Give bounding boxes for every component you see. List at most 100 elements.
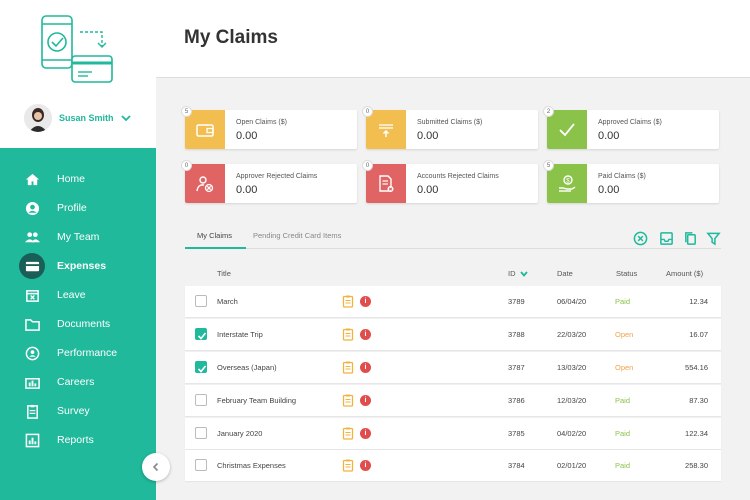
open-claims-card[interactable]: 5 Open Claims ($) 0.00 xyxy=(181,106,357,149)
status-badge: Paid xyxy=(615,461,631,470)
checkmark-icon xyxy=(197,365,207,373)
column-header-title[interactable]: Title xyxy=(217,269,231,278)
user-menu[interactable]: Susan Smith xyxy=(24,104,132,132)
column-header-amount[interactable]: Amount ($) xyxy=(666,269,703,278)
avatar xyxy=(24,104,52,132)
sidebar-item-label: My Team xyxy=(57,231,100,243)
row-checkbox[interactable] xyxy=(195,394,207,406)
sidebar-item-performance[interactable]: Performance xyxy=(0,341,156,365)
tab-pending-credit-card-items[interactable]: Pending Credit Card Items xyxy=(253,231,341,240)
receipt-icon[interactable] xyxy=(342,328,354,341)
claim-title[interactable]: Overseas (Japan) xyxy=(217,363,277,372)
receipt-icon[interactable] xyxy=(342,427,354,440)
claim-title[interactable]: February Team Building xyxy=(217,396,296,405)
filter-icon xyxy=(705,232,721,246)
expense-app-logo-icon xyxy=(41,15,113,83)
approver-rejected-claims-card[interactable]: 0 Approver Rejected Claims 0.00 xyxy=(181,160,357,203)
card-value: 0.00 xyxy=(417,184,439,196)
table-row[interactable]: January 2020 i 3785 04/02/20 Paid 122.34 xyxy=(185,418,721,449)
copy-button[interactable] xyxy=(682,230,698,246)
row-checkbox[interactable] xyxy=(195,328,207,340)
archive-button[interactable] xyxy=(658,230,674,246)
table-row[interactable]: Overseas (Japan) i 3787 13/03/20 Open 554.16 xyxy=(185,352,721,383)
user-reject-icon xyxy=(185,164,225,203)
claim-id: 3787 xyxy=(508,363,525,372)
claim-id: 3785 xyxy=(508,429,525,438)
claim-date: 06/04/20 xyxy=(557,297,587,306)
column-header-id[interactable]: ID xyxy=(508,269,529,278)
table-row[interactable]: February Team Building i 3786 12/03/20 Paid 8… xyxy=(185,385,721,416)
chevron-down-icon[interactable] xyxy=(120,113,132,123)
check-icon xyxy=(547,110,587,149)
claim-date: 12/03/20 xyxy=(557,396,587,405)
approved-claims-card[interactable]: 2 Approved Claims ($) 0.00 xyxy=(543,106,719,149)
filter-button[interactable] xyxy=(705,230,721,246)
sidebar-item-home[interactable]: Home xyxy=(0,167,156,191)
claim-title[interactable]: Christmas Expenses xyxy=(217,461,286,470)
page-header: My Claims xyxy=(156,0,750,78)
copy-icon xyxy=(684,231,696,245)
column-header-status[interactable]: Status xyxy=(616,269,637,278)
receipt-icon[interactable] xyxy=(342,459,354,472)
sidebar-item-label: Survey xyxy=(57,405,90,417)
circle-x-icon xyxy=(633,231,647,245)
accounts-rejected-claims-card[interactable]: 0 Accounts Rejected Claims 0.00 xyxy=(362,160,538,203)
status-badge: Paid xyxy=(615,297,631,306)
info-icon[interactable]: i xyxy=(360,329,371,340)
profile-icon xyxy=(22,198,42,218)
row-checkbox[interactable] xyxy=(195,361,207,373)
sidebar-item-profile[interactable]: Profile xyxy=(0,196,156,220)
sidebar-item-my-team[interactable]: My Team xyxy=(0,225,156,249)
sidebar-item-expenses[interactable]: Expenses xyxy=(0,253,156,279)
sidebar-item-label: Careers xyxy=(57,376,95,388)
claim-amount: 258.30 xyxy=(685,461,708,470)
claim-title[interactable]: March xyxy=(217,297,238,306)
sidebar-item-reports[interactable]: Reports xyxy=(0,428,156,452)
sidebar-item-documents[interactable]: Documents xyxy=(0,312,156,336)
tab-my-claims[interactable]: My Claims xyxy=(197,231,232,240)
claim-amount: 12.34 xyxy=(689,297,708,306)
row-checkbox[interactable] xyxy=(195,459,207,471)
inbox-icon xyxy=(659,231,673,245)
user-name: Susan Smith xyxy=(59,113,114,123)
sidebar-collapse-button[interactable] xyxy=(142,453,170,481)
info-icon[interactable]: i xyxy=(360,460,371,471)
row-checkbox[interactable] xyxy=(195,427,207,439)
status-badge: Open xyxy=(615,330,634,339)
sidebar-item-careers[interactable]: Careers xyxy=(0,370,156,394)
page-title: My Claims xyxy=(184,27,278,48)
chevron-left-icon xyxy=(152,462,159,472)
performance-icon xyxy=(22,343,42,363)
column-header-date[interactable]: Date xyxy=(557,269,573,278)
sidebar-item-label: Leave xyxy=(57,289,86,301)
claim-date: 13/03/20 xyxy=(557,363,587,372)
receipt-icon[interactable] xyxy=(342,295,354,308)
expenses-icon xyxy=(19,253,45,279)
claim-title[interactable]: January 2020 xyxy=(217,429,262,438)
info-icon[interactable]: i xyxy=(360,428,371,439)
receipt-icon[interactable] xyxy=(342,361,354,374)
cancel-claim-button[interactable] xyxy=(632,230,648,246)
team-icon xyxy=(22,227,42,247)
paid-claims-card[interactable]: $ 5 Paid Claims ($) 0.00 xyxy=(543,160,719,203)
submitted-claims-card[interactable]: 0 Submitted Claims ($) 0.00 xyxy=(362,106,538,149)
sidebar-item-label: Profile xyxy=(57,202,87,214)
user-avatar-icon xyxy=(24,104,52,132)
info-icon[interactable]: i xyxy=(360,395,371,406)
sidebar-item-survey[interactable]: Survey xyxy=(0,399,156,423)
column-header-id-label: ID xyxy=(508,269,516,278)
info-icon[interactable]: i xyxy=(360,362,371,373)
survey-icon xyxy=(22,401,42,421)
claim-date: 22/03/20 xyxy=(557,330,587,339)
status-badge: Open xyxy=(615,363,634,372)
claim-amount: 554.16 xyxy=(685,363,708,372)
sidebar-item-leave[interactable]: Leave xyxy=(0,283,156,307)
row-checkbox[interactable] xyxy=(195,295,207,307)
claim-title[interactable]: Interstate Trip xyxy=(217,330,263,339)
table-row[interactable]: March i 3789 06/04/20 Paid 12.34 xyxy=(185,286,721,317)
table-row[interactable]: Christmas Expenses i 3784 02/01/20 Paid 258.3… xyxy=(185,450,721,481)
receipt-icon[interactable] xyxy=(342,394,354,407)
info-icon[interactable]: i xyxy=(360,296,371,307)
claim-count-badge: 0 xyxy=(362,106,373,117)
table-row[interactable]: Interstate Trip i 3788 22/03/20 Open 16.07 xyxy=(185,319,721,350)
